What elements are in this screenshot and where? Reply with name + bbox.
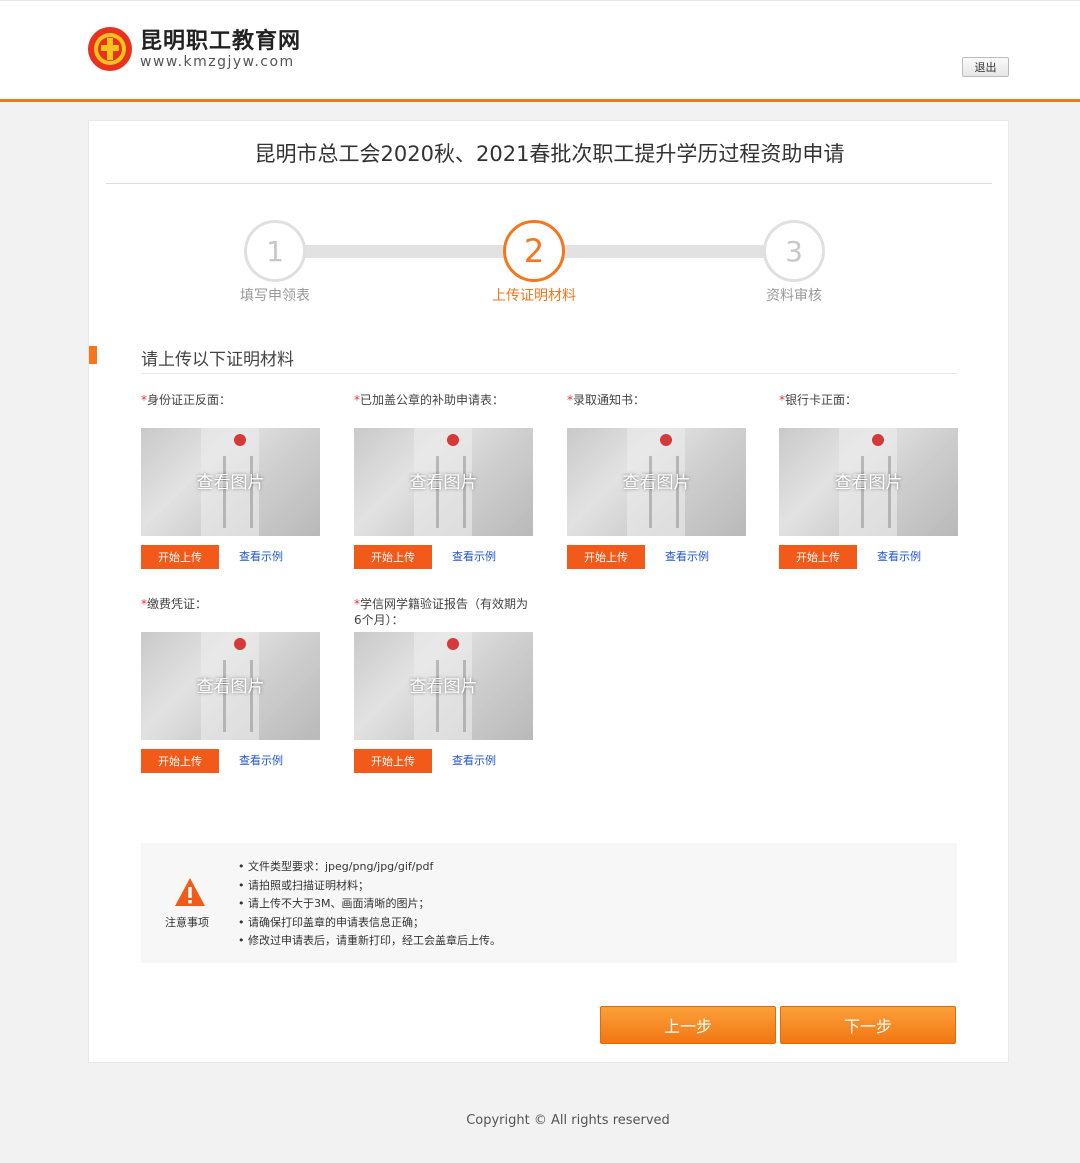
start-upload-button[interactable]: 开始上传: [141, 749, 219, 773]
upload-item-admission-notice: *录取通知书： 查看图片 开始上传 查看示例: [567, 392, 747, 569]
step-2-label: 上传证明材料: [492, 288, 576, 304]
notice-item: 文件类型要求：jpeg/png/jpg/gif/pdf: [238, 858, 501, 877]
step-2-circle: 2: [503, 220, 565, 282]
upload-label: *已加盖公章的补助申请表：: [354, 393, 505, 407]
view-image-link[interactable]: 查看图片: [779, 468, 958, 493]
view-image-link[interactable]: 查看图片: [141, 672, 320, 697]
next-step-button[interactable]: 下一步: [780, 1006, 956, 1044]
upload-thumbnail[interactable]: 查看图片: [141, 632, 320, 740]
logo-title: 昆明职工教育网: [140, 28, 302, 54]
logout-button[interactable]: 退出: [962, 57, 1009, 77]
view-example-link[interactable]: 查看示例: [452, 545, 496, 569]
page-title: 昆明市总工会2020秋、2021春批次职工提升学历过程资助申请: [254, 142, 845, 166]
upload-item-id-card: *身份证正反面： 查看图片 开始上传 查看示例: [141, 392, 321, 569]
application-card: 昆明市总工会2020秋、2021春批次职工提升学历过程资助申请 1 2 3 填写…: [88, 120, 1009, 1063]
upload-item-payment-receipt: *缴费凭证： 查看图片 开始上传 查看示例: [141, 596, 321, 773]
upload-item-chsi-report: *学信网学籍验证报告（有效期为6个月）： 查看图片 开始上传 查看示例: [354, 596, 534, 773]
view-image-link[interactable]: 查看图片: [567, 468, 746, 493]
step-3-label: 资料审核: [766, 288, 822, 304]
notice-label: 注意事项: [165, 916, 209, 929]
union-emblem-icon: [88, 27, 132, 71]
upload-thumbnail[interactable]: 查看图片: [354, 428, 533, 536]
step-track-2: [563, 245, 767, 258]
upload-item-bank-card: *银行卡正面： 查看图片 开始上传 查看示例: [779, 392, 959, 569]
about-us-link[interactable]: 关于我们: [410, 1113, 462, 1128]
notice-item: 修改过申请表后，请重新打印，经工会盖章后上传。: [238, 932, 501, 951]
notice-item: 请拍照或扫描证明材料；: [238, 877, 501, 896]
view-example-link[interactable]: 查看示例: [239, 545, 283, 569]
section-marker: [89, 346, 97, 364]
start-upload-button[interactable]: 开始上传: [567, 545, 645, 569]
site-footer: 关于我们 Copyright © All rights reserved: [0, 1109, 1080, 1128]
upload-label: *缴费凭证：: [141, 597, 208, 611]
warning-icon: [175, 878, 205, 906]
view-example-link[interactable]: 查看示例: [452, 749, 496, 773]
view-image-link[interactable]: 查看图片: [354, 468, 533, 493]
notice-list: 文件类型要求：jpeg/png/jpg/gif/pdf 请拍照或扫描证明材料； …: [238, 858, 501, 951]
step-track-1: [303, 245, 507, 258]
start-upload-button[interactable]: 开始上传: [141, 545, 219, 569]
start-upload-button[interactable]: 开始上传: [354, 545, 432, 569]
view-example-link[interactable]: 查看示例: [239, 749, 283, 773]
view-example-link[interactable]: 查看示例: [877, 545, 921, 569]
view-image-link[interactable]: 查看图片: [354, 672, 533, 697]
upload-label: *学信网学籍验证报告（有效期为6个月）：: [354, 597, 529, 627]
section-divider: [141, 373, 957, 374]
copyright-text: Copyright © All rights reserved: [466, 1113, 670, 1128]
upload-item-application-form: *已加盖公章的补助申请表： 查看图片 开始上传 查看示例: [354, 392, 534, 569]
previous-step-button[interactable]: 上一步: [600, 1006, 776, 1044]
upload-thumbnail[interactable]: 查看图片: [354, 632, 533, 740]
upload-thumbnail[interactable]: 查看图片: [779, 428, 958, 536]
upload-thumbnail[interactable]: 查看图片: [567, 428, 746, 536]
upload-label: *身份证正反面：: [141, 393, 232, 407]
notice-item: 请上传不大于3M、画面清晰的图片；: [238, 895, 501, 914]
step-3-circle: 3: [763, 220, 825, 282]
upload-label: *银行卡正面：: [779, 393, 858, 407]
site-logo[interactable]: 昆明职工教育网 www.kmzgjyw.com: [88, 27, 301, 71]
logo-url: www.kmzgjyw.com: [140, 54, 295, 70]
notice-item: 请确保打印盖章的申请表信息正确；: [238, 914, 501, 933]
upload-label: *录取通知书：: [567, 393, 646, 407]
site-header: 昆明职工教育网 www.kmzgjyw.com 退出: [0, 0, 1080, 102]
view-example-link[interactable]: 查看示例: [665, 545, 709, 569]
step-1-label: 填写申领表: [240, 288, 310, 304]
upload-thumbnail[interactable]: 查看图片: [141, 428, 320, 536]
start-upload-button[interactable]: 开始上传: [779, 545, 857, 569]
title-divider: [106, 183, 992, 184]
step-1-circle: 1: [244, 220, 306, 282]
notice-box: 注意事项 文件类型要求：jpeg/png/jpg/gif/pdf 请拍照或扫描证…: [141, 843, 957, 963]
section-title: 请上传以下证明材料: [141, 350, 294, 370]
start-upload-button[interactable]: 开始上传: [354, 749, 432, 773]
view-image-link[interactable]: 查看图片: [141, 468, 320, 493]
